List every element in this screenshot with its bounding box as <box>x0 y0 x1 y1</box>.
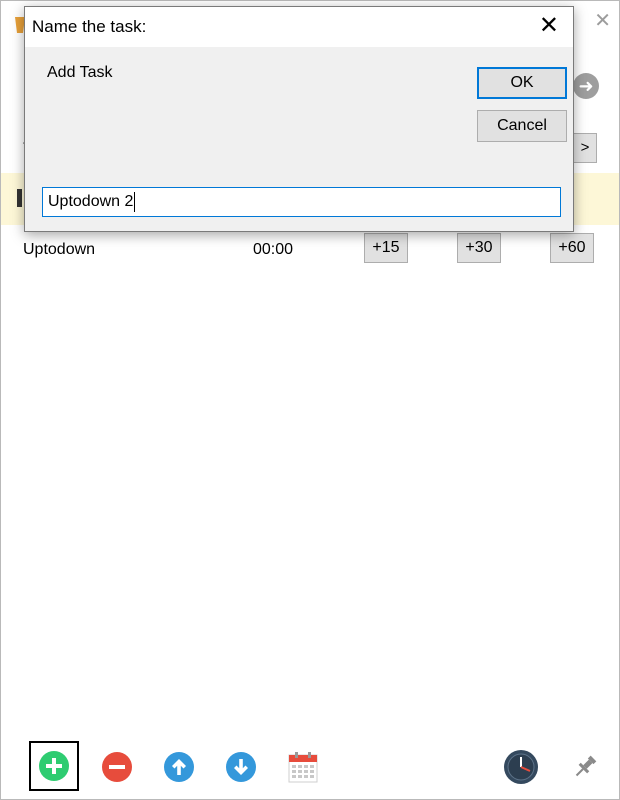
add-30-button[interactable]: +30 <box>457 233 501 263</box>
app-close-icon[interactable]: ✕ <box>594 11 611 31</box>
name-task-dialog: Name the task: ✕ Add Task OK Cancel Upto… <box>24 6 574 232</box>
move-down-button[interactable] <box>225 751 257 783</box>
move-up-icon <box>164 752 194 782</box>
highlighted-row-marker <box>17 189 22 207</box>
pin-icon <box>575 755 597 777</box>
next-button[interactable]: > <box>573 133 597 163</box>
remove-task-button[interactable] <box>101 751 133 783</box>
calendar-button[interactable] <box>287 751 319 783</box>
pin-button[interactable] <box>569 751 601 783</box>
calendar-icon <box>288 752 318 783</box>
add-icon <box>39 751 69 781</box>
move-up-button[interactable] <box>163 751 195 783</box>
dialog-title: Name the task: <box>32 17 147 36</box>
add-60-button[interactable]: +60 <box>550 233 594 263</box>
task-time: 00:00 <box>253 241 294 258</box>
dialog-close-icon[interactable]: ✕ <box>539 13 559 39</box>
task-row[interactable]: Uptodown 00:00 +15 +30 +60 <box>1 233 619 267</box>
cancel-button[interactable]: Cancel <box>477 110 567 142</box>
text-caret <box>134 192 136 212</box>
clock-button[interactable] <box>503 749 539 785</box>
clock-icon <box>504 750 538 784</box>
task-name-input-value: Uptodown 2 <box>48 193 134 210</box>
dialog-titlebar: Name the task: ✕ <box>25 7 573 47</box>
task-name: Uptodown <box>23 241 96 258</box>
move-down-icon <box>226 752 256 782</box>
add-task-button[interactable] <box>29 741 79 791</box>
navigate-forward-icon[interactable]: ➜ <box>573 73 599 99</box>
add-15-button[interactable]: +15 <box>364 233 408 263</box>
task-name-input[interactable]: Uptodown 2 <box>42 187 561 217</box>
ok-button[interactable]: OK <box>477 67 567 99</box>
dialog-prompt: Add Task <box>47 64 113 81</box>
remove-icon <box>102 752 132 782</box>
